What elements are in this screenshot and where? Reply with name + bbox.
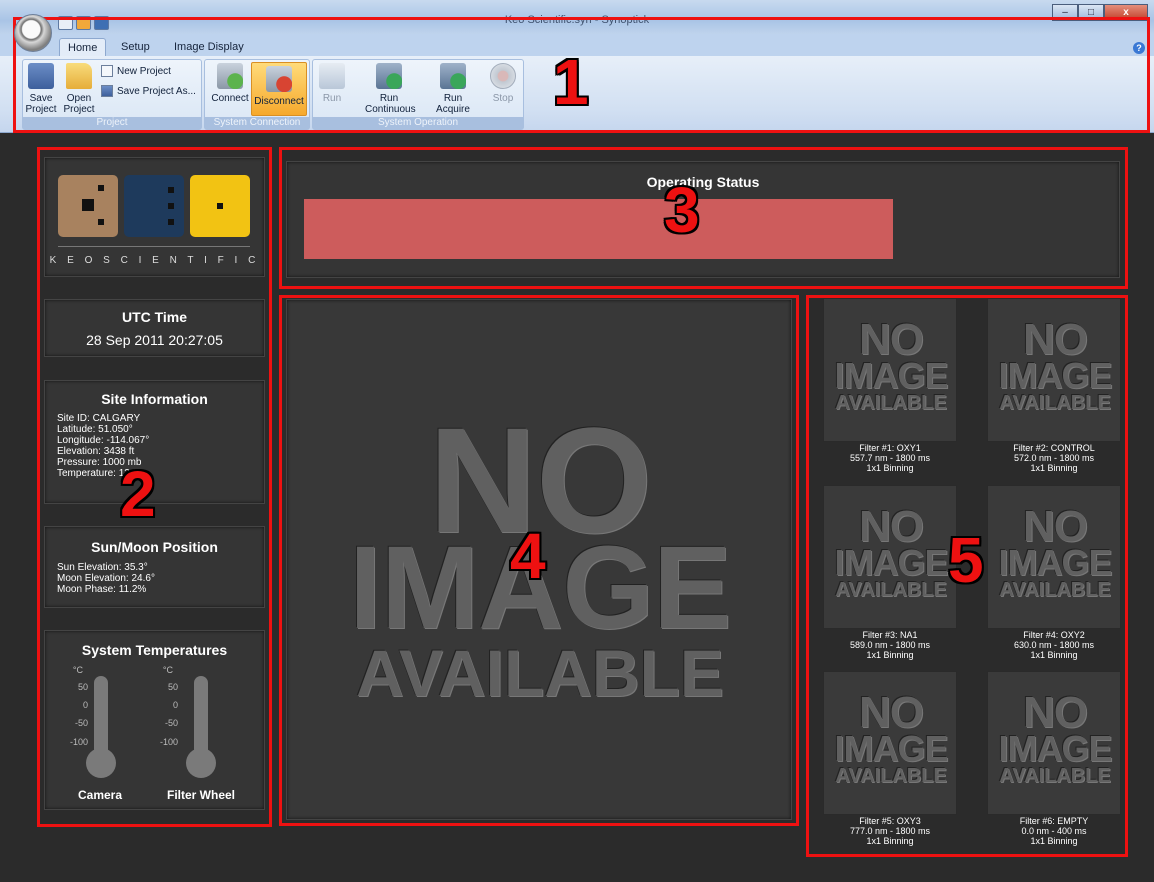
callout-4: 4 (510, 520, 546, 592)
callout-2: 2 (120, 458, 156, 530)
callout-1: 1 (553, 46, 589, 118)
annotation-box-3 (279, 147, 1128, 289)
callout-3: 3 (664, 174, 700, 246)
application-menu-button[interactable] (14, 14, 52, 52)
callout-5: 5 (948, 524, 984, 596)
